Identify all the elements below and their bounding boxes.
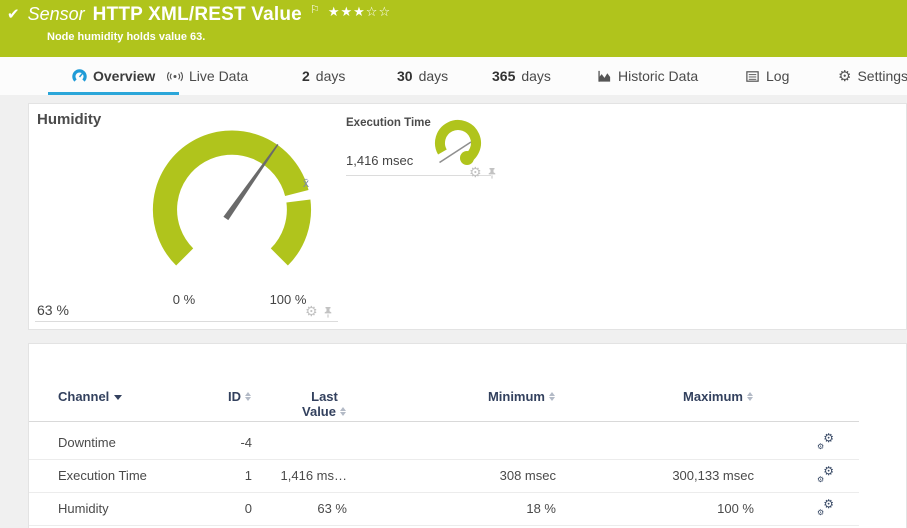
channel-id: -4 (189, 421, 252, 459)
channel-settings-gears-icon[interactable]: ⚙⚙ (817, 433, 834, 450)
channel-maximum: 100 % (556, 492, 754, 525)
column-header-id[interactable]: ID (189, 380, 252, 421)
status-ok-check-icon: ✔ (7, 5, 20, 23)
page-title: HTTP XML/REST Value (93, 4, 302, 26)
sort-icon (340, 407, 347, 416)
execution-time-gauge-tools: ⚙ (469, 164, 497, 181)
channel-maximum (556, 421, 754, 459)
column-header-last-value[interactable]: Last Value (252, 380, 347, 421)
tab-log[interactable]: Log (733, 57, 801, 95)
priority-stars[interactable]: ★★★☆☆ (328, 4, 391, 20)
gauges-panel: Humidity x̄ 0 % 100 % 63 % ⚙ Execution T… (28, 103, 907, 330)
sensor-status-message: Node humidity holds value 63. (47, 31, 205, 43)
channel-name: Humidity (29, 492, 189, 525)
log-list-icon (745, 69, 760, 84)
channel-minimum: 308 msec (347, 459, 556, 492)
channel-minimum: 18 % (347, 492, 556, 525)
flag-icon[interactable]: ⚐ (310, 3, 320, 16)
channel-name: Downtime (29, 421, 189, 459)
gauge-min-label: 0 % (154, 292, 214, 307)
execution-time-current-value: 1,416 msec (346, 153, 413, 168)
gauge-divider (35, 321, 338, 322)
column-header-channel[interactable]: Channel (29, 380, 189, 421)
sensor-title-row: ✔ Sensor HTTP XML/REST Value ⚐ ★★★☆☆ (7, 4, 391, 26)
table-row: Downtime-4 ⚙⚙ (29, 421, 859, 459)
column-header-maximum[interactable]: Maximum (556, 380, 754, 421)
tab-label: days (521, 68, 551, 84)
humidity-current-value: 63 % (37, 302, 69, 318)
sort-icon (549, 392, 556, 401)
tab-live-data[interactable]: Live Data (155, 57, 260, 95)
gear-icon[interactable]: ⚙ (305, 303, 318, 320)
tab-number: 30 (397, 68, 413, 84)
pin-icon[interactable] (323, 306, 333, 318)
sort-icon (747, 392, 754, 401)
tab-number: 365 (492, 68, 515, 84)
humidity-gauge (139, 112, 325, 298)
channel-id: 0 (189, 492, 252, 525)
humidity-gauge-tools: ⚙ (305, 303, 333, 320)
gauge-icon (72, 69, 87, 84)
tab-historic-data[interactable]: Historic Data (585, 57, 710, 95)
tab-settings[interactable]: ⚙ Settings (826, 57, 907, 95)
column-header-minimum[interactable]: Minimum (347, 380, 556, 421)
channel-id: 1 (189, 459, 252, 492)
sort-desc-icon (114, 395, 122, 400)
channel-table: Channel ID Last Value Minimum Maximum (29, 380, 859, 526)
channel-last-value (252, 421, 347, 459)
area-chart-icon (597, 69, 612, 84)
gear-icon: ⚙ (838, 67, 851, 85)
channel-last-value: 63 % (252, 492, 347, 525)
channel-actions-cell: ⚙⚙ (754, 459, 859, 492)
humidity-gauge-title: Humidity (37, 111, 101, 128)
tab-label: Historic Data (618, 68, 698, 84)
channel-settings-gears-icon[interactable]: ⚙⚙ (817, 499, 834, 516)
table-row: Execution Time11,416 ms…308 msec300,133 … (29, 459, 859, 492)
object-kind-label: Sensor (28, 4, 85, 25)
tab-label: Live Data (189, 68, 248, 84)
channels-panel: Channel ID Last Value Minimum Maximum (28, 343, 907, 528)
channel-settings-gears-icon[interactable]: ⚙⚙ (817, 466, 834, 483)
tab-label: Overview (93, 68, 155, 84)
execution-time-gauge-title: Execution Time (346, 117, 431, 129)
tab-label: Settings (857, 68, 907, 84)
tab-30-days[interactable]: 30 days (385, 57, 460, 95)
tab-365-days[interactable]: 365 days (480, 57, 563, 95)
table-header-row: Channel ID Last Value Minimum Maximum (29, 380, 859, 421)
table-row: Humidity063 %18 %100 % ⚙⚙ (29, 492, 859, 525)
channel-last-value: 1,416 ms… (252, 459, 347, 492)
tab-2-days[interactable]: 2 days (290, 57, 357, 95)
tab-label: days (316, 68, 346, 84)
tab-label: days (419, 68, 449, 84)
channel-actions-cell: ⚙⚙ (754, 492, 859, 525)
tab-number: 2 (302, 68, 310, 84)
tab-label: Log (766, 68, 789, 84)
average-marker: x̄ (303, 176, 309, 190)
sort-icon (245, 392, 252, 401)
sensor-header: ✔ Sensor HTTP XML/REST Value ⚐ ★★★☆☆ Nod… (0, 0, 907, 57)
prtg-sensor-page: ✔ Sensor HTTP XML/REST Value ⚐ ★★★☆☆ Nod… (0, 0, 907, 528)
channel-maximum: 300,133 msec (556, 459, 754, 492)
gear-icon[interactable]: ⚙ (469, 164, 482, 181)
pin-icon[interactable] (487, 167, 497, 179)
channel-minimum (347, 421, 556, 459)
channel-name: Execution Time (29, 459, 189, 492)
tab-bar: Overview Live Data 2 days 30 days 365 da… (0, 57, 907, 95)
broadcast-icon (167, 69, 183, 84)
column-header-actions (754, 380, 859, 421)
channel-actions-cell: ⚙⚙ (754, 421, 859, 459)
channel-table-body: Downtime-4⚙⚙Execution Time11,416 ms…308 … (29, 421, 859, 525)
